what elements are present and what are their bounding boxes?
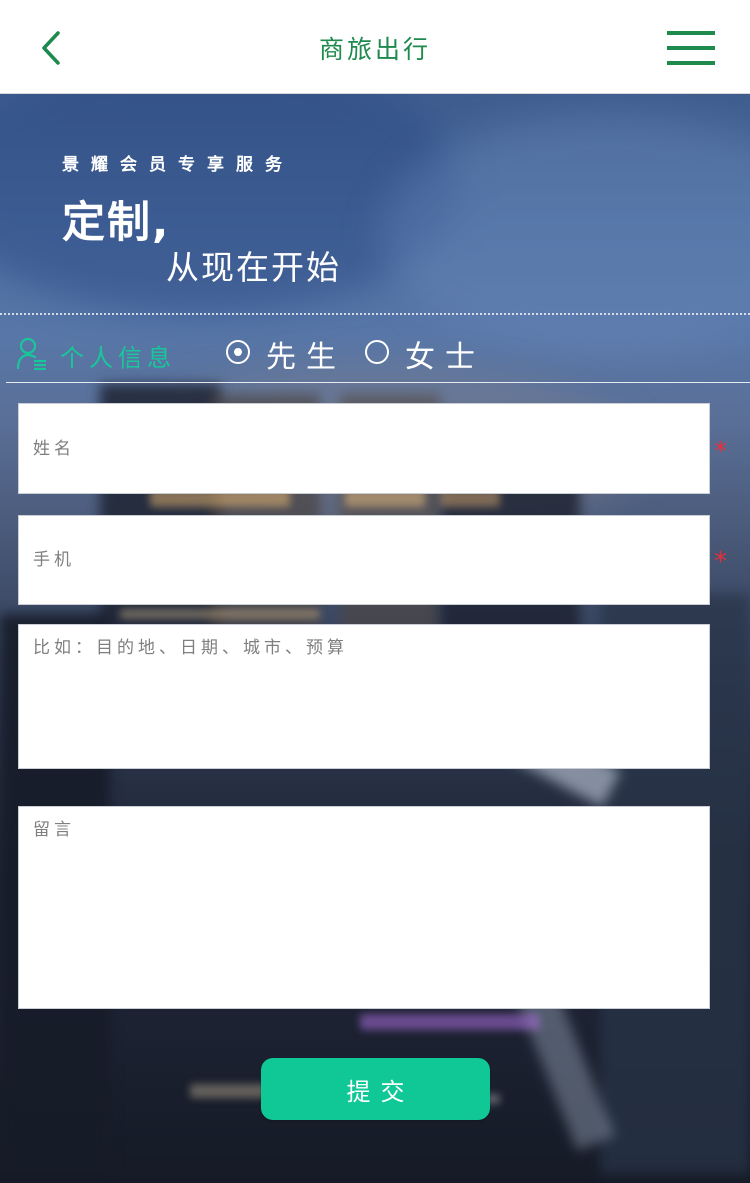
user-icon bbox=[16, 337, 46, 370]
hamburger-menu-icon-line bbox=[667, 31, 715, 35]
name-input[interactable] bbox=[19, 404, 709, 493]
personal-info-row: 个人信息 先生 女士 bbox=[0, 330, 750, 382]
gender-label-male: 先生 bbox=[266, 340, 346, 375]
hero-title-line-1: 定制, bbox=[62, 198, 171, 248]
hamburger-menu-icon-line bbox=[667, 46, 715, 50]
top-navigation-bar: 商旅出行 bbox=[0, 0, 750, 94]
trip-detail-field bbox=[18, 624, 710, 769]
dotted-divider bbox=[0, 313, 750, 315]
message-field bbox=[18, 806, 710, 1009]
hamburger-menu-icon-line bbox=[667, 61, 715, 65]
submit-button[interactable]: 提交 bbox=[261, 1058, 490, 1120]
radio-unselected-icon bbox=[365, 340, 389, 364]
required-marker-name: * bbox=[714, 437, 727, 467]
gender-label-female: 女士 bbox=[405, 340, 485, 375]
page-title: 商旅出行 bbox=[318, 35, 431, 64]
message-textarea[interactable] bbox=[19, 807, 709, 1008]
radio-selected-icon bbox=[226, 340, 250, 364]
personal-info-label: 个人信息 bbox=[60, 344, 176, 372]
hero-title-line-2: 从现在开始 bbox=[166, 248, 341, 287]
phone-field bbox=[18, 515, 710, 605]
menu-button[interactable] bbox=[664, 28, 718, 68]
trip-detail-textarea[interactable] bbox=[19, 625, 709, 768]
hero-subtitle: 景耀会员专享服务 bbox=[62, 155, 294, 175]
required-marker-phone: * bbox=[714, 547, 727, 577]
phone-input[interactable] bbox=[19, 516, 709, 604]
name-field bbox=[18, 403, 710, 494]
personal-info-divider bbox=[6, 382, 750, 383]
